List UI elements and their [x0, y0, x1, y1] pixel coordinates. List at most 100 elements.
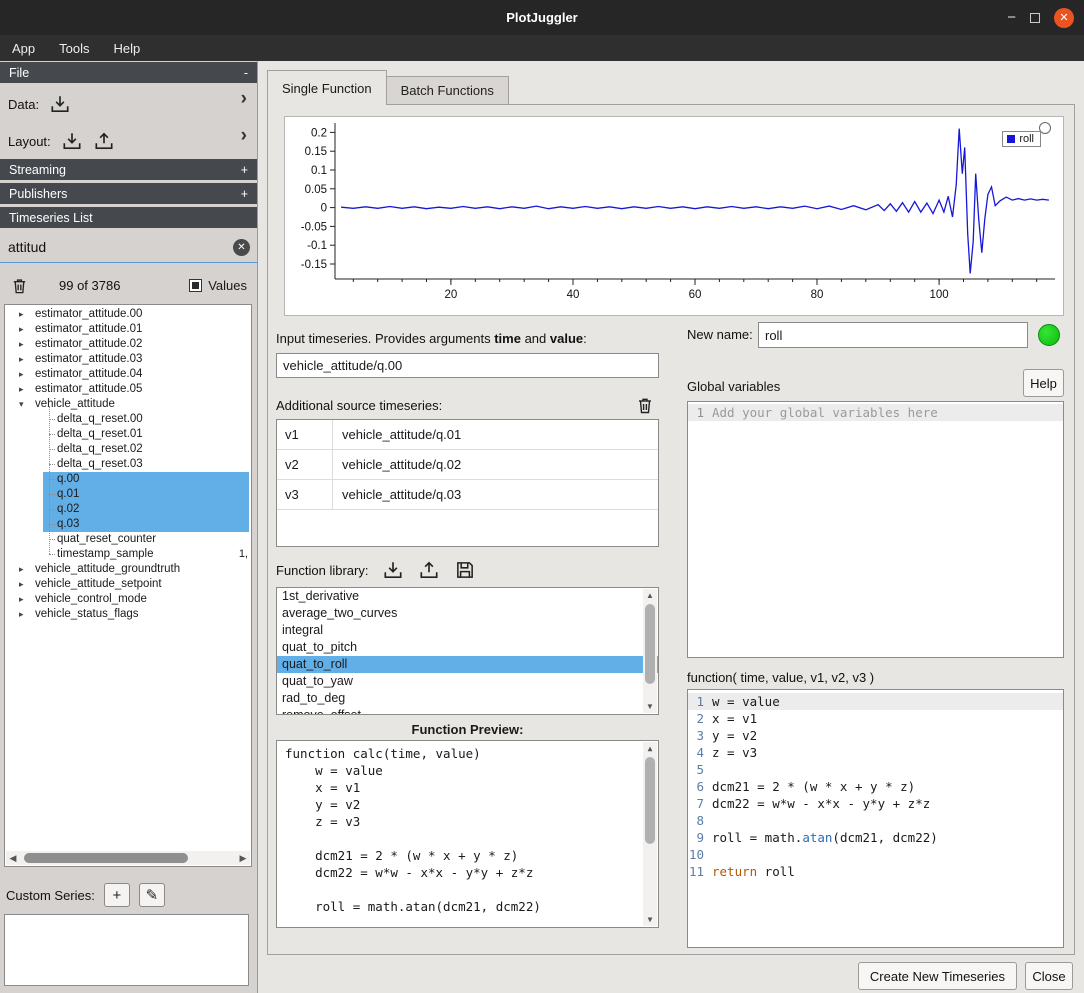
- timeseries-search-input[interactable]: [8, 239, 233, 255]
- expand-branch-icon[interactable]: ▸: [19, 562, 24, 577]
- tree-item[interactable]: quat_reset_counter: [5, 532, 251, 547]
- scroll-down-icon[interactable]: ▼: [643, 913, 657, 926]
- editor-line[interactable]: 7dcm22 = w*w - x*x - y*y + z*z: [688, 795, 1063, 812]
- source-row[interactable]: v2vehicle_attitude/q.02: [277, 450, 658, 480]
- scrollbar-thumb[interactable]: [24, 853, 188, 863]
- tree-item[interactable]: delta_q_reset.01: [5, 427, 251, 442]
- remove-source-trash-icon[interactable]: [635, 395, 655, 415]
- scroll-right-icon[interactable]: ▶: [236, 851, 250, 865]
- scrollbar-track[interactable]: [643, 755, 657, 913]
- tree-item[interactable]: q.01: [5, 487, 251, 502]
- expand-branch-icon[interactable]: ▸: [19, 367, 24, 382]
- tree-item[interactable]: ▸estimator_attitude.04: [5, 367, 251, 382]
- values-toggle[interactable]: Values: [189, 278, 247, 293]
- expand-branch-icon[interactable]: ▸: [19, 352, 24, 367]
- library-item[interactable]: quat_to_pitch: [277, 639, 658, 656]
- publishers-section-header[interactable]: Publishers +: [0, 183, 257, 204]
- expand-branch-icon[interactable]: ▸: [19, 607, 24, 622]
- collapse-branch-icon[interactable]: ▾: [19, 397, 24, 412]
- tree-item[interactable]: ▸estimator_attitude.00: [5, 307, 251, 322]
- function-library-list[interactable]: 1st_derivativeaverage_two_curvesintegral…: [276, 587, 659, 715]
- scroll-left-icon[interactable]: ◀: [6, 851, 20, 865]
- tree-item[interactable]: timestamp_sample1,: [5, 547, 251, 562]
- preview-scrollbar[interactable]: ▲ ▼: [643, 742, 657, 926]
- layout-expand-chevron-icon[interactable]: ›: [241, 127, 247, 145]
- library-item[interactable]: 1st_derivative: [277, 588, 658, 605]
- expand-branch-icon[interactable]: ▸: [19, 322, 24, 337]
- add-custom-series-button[interactable]: +: [104, 883, 130, 907]
- scrollbar-thumb[interactable]: [645, 604, 655, 684]
- tree-item[interactable]: ▸vehicle_attitude_setpoint: [5, 577, 251, 592]
- function-code-editor[interactable]: 1w = value2x = v13y = v24z = v35 6dcm21 …: [687, 689, 1064, 948]
- tree-item[interactable]: ▸vehicle_status_flags: [5, 607, 251, 622]
- values-checkbox[interactable]: [189, 279, 202, 292]
- scroll-up-icon[interactable]: ▲: [643, 742, 657, 755]
- preview-plot[interactable]: roll 0.20.150.10.050-0.05-0.1-0.15204060…: [284, 116, 1064, 316]
- data-expand-chevron-icon[interactable]: ›: [241, 90, 247, 108]
- library-save-icon[interactable]: [454, 559, 476, 581]
- editor-line[interactable]: 8: [688, 812, 1063, 829]
- edit-custom-series-button[interactable]: ✎: [139, 883, 165, 907]
- editor-line[interactable]: 10: [688, 846, 1063, 863]
- minimize-icon[interactable]: −: [1007, 13, 1016, 23]
- library-item[interactable]: integral: [277, 622, 658, 639]
- tree-horizontal-scrollbar[interactable]: ◀ ▶: [6, 851, 250, 865]
- library-scrollbar[interactable]: ▲ ▼: [643, 589, 657, 713]
- expand-branch-icon[interactable]: ▸: [19, 337, 24, 352]
- help-button[interactable]: Help: [1023, 369, 1064, 397]
- maximize-icon[interactable]: [1030, 13, 1040, 23]
- expand-icon[interactable]: +: [241, 187, 248, 201]
- delete-series-trash-icon[interactable]: [10, 276, 29, 295]
- source-timeseries-table[interactable]: v1vehicle_attitude/q.01v2vehicle_attitud…: [276, 419, 659, 547]
- tree-item[interactable]: ▾vehicle_attitude: [5, 397, 251, 412]
- menu-item-app[interactable]: App: [0, 35, 47, 61]
- collapse-icon[interactable]: -: [244, 66, 248, 80]
- scroll-up-icon[interactable]: ▲: [643, 589, 657, 602]
- tree-item[interactable]: ▸estimator_attitude.01: [5, 322, 251, 337]
- library-item[interactable]: average_two_curves: [277, 605, 658, 622]
- expand-branch-icon[interactable]: ▸: [19, 382, 24, 397]
- close-icon[interactable]: ✕: [1054, 8, 1074, 28]
- close-button[interactable]: Close: [1025, 962, 1073, 990]
- tree-item[interactable]: ▸estimator_attitude.02: [5, 337, 251, 352]
- editor-line[interactable]: 9roll = math.atan(dcm21, dcm22): [688, 829, 1063, 846]
- editor-line[interactable]: 11return roll: [688, 863, 1063, 880]
- custom-series-list[interactable]: [4, 914, 249, 986]
- expand-branch-icon[interactable]: ▸: [19, 577, 24, 592]
- tree-item[interactable]: ▸vehicle_control_mode: [5, 592, 251, 607]
- create-new-timeseries-button[interactable]: Create New Timeseries: [858, 962, 1017, 990]
- expand-branch-icon[interactable]: ▸: [19, 307, 24, 322]
- library-export-icon[interactable]: [418, 559, 440, 581]
- editor-line[interactable]: 4z = v3: [688, 744, 1063, 761]
- tree-item[interactable]: delta_q_reset.02: [5, 442, 251, 457]
- library-item[interactable]: quat_to_roll: [277, 656, 658, 673]
- scroll-down-icon[interactable]: ▼: [643, 700, 657, 713]
- tab-single-function[interactable]: Single Function: [267, 70, 387, 105]
- editor-line[interactable]: 5: [688, 761, 1063, 778]
- tab-batch-functions[interactable]: Batch Functions: [387, 76, 509, 105]
- tree-item[interactable]: ▸estimator_attitude.03: [5, 352, 251, 367]
- menu-item-tools[interactable]: Tools: [47, 35, 101, 61]
- function-preview-box[interactable]: function calc(time, value) w = value x =…: [276, 740, 659, 928]
- source-row[interactable]: v1vehicle_attitude/q.01: [277, 420, 658, 450]
- expand-icon[interactable]: +: [241, 163, 248, 177]
- source-row[interactable]: v3vehicle_attitude/q.03: [277, 480, 658, 510]
- menu-item-help[interactable]: Help: [102, 35, 153, 61]
- editor-line[interactable]: 1w = value: [688, 693, 1063, 710]
- file-section-header[interactable]: File -: [0, 62, 257, 83]
- tree-item[interactable]: q.00: [5, 472, 251, 487]
- data-load-icon[interactable]: [49, 93, 71, 115]
- tree-item[interactable]: ▸vehicle_attitude_groundtruth: [5, 562, 251, 577]
- streaming-section-header[interactable]: Streaming +: [0, 159, 257, 180]
- tree-item[interactable]: delta_q_reset.00: [5, 412, 251, 427]
- library-item[interactable]: remove_offset: [277, 707, 658, 715]
- new-name-field[interactable]: roll: [758, 322, 1028, 348]
- expand-branch-icon[interactable]: ▸: [19, 592, 24, 607]
- tree-item[interactable]: q.03: [5, 517, 251, 532]
- editor-line[interactable]: 2x = v1: [688, 710, 1063, 727]
- global-variables-editor[interactable]: 1 Add your global variables here: [687, 401, 1064, 658]
- input-timeseries-field[interactable]: vehicle_attitude/q.00: [276, 353, 659, 378]
- library-import-icon[interactable]: [382, 559, 404, 581]
- scrollbar-track[interactable]: [20, 851, 236, 865]
- editor-line[interactable]: 6dcm21 = 2 * (w * x + y * z): [688, 778, 1063, 795]
